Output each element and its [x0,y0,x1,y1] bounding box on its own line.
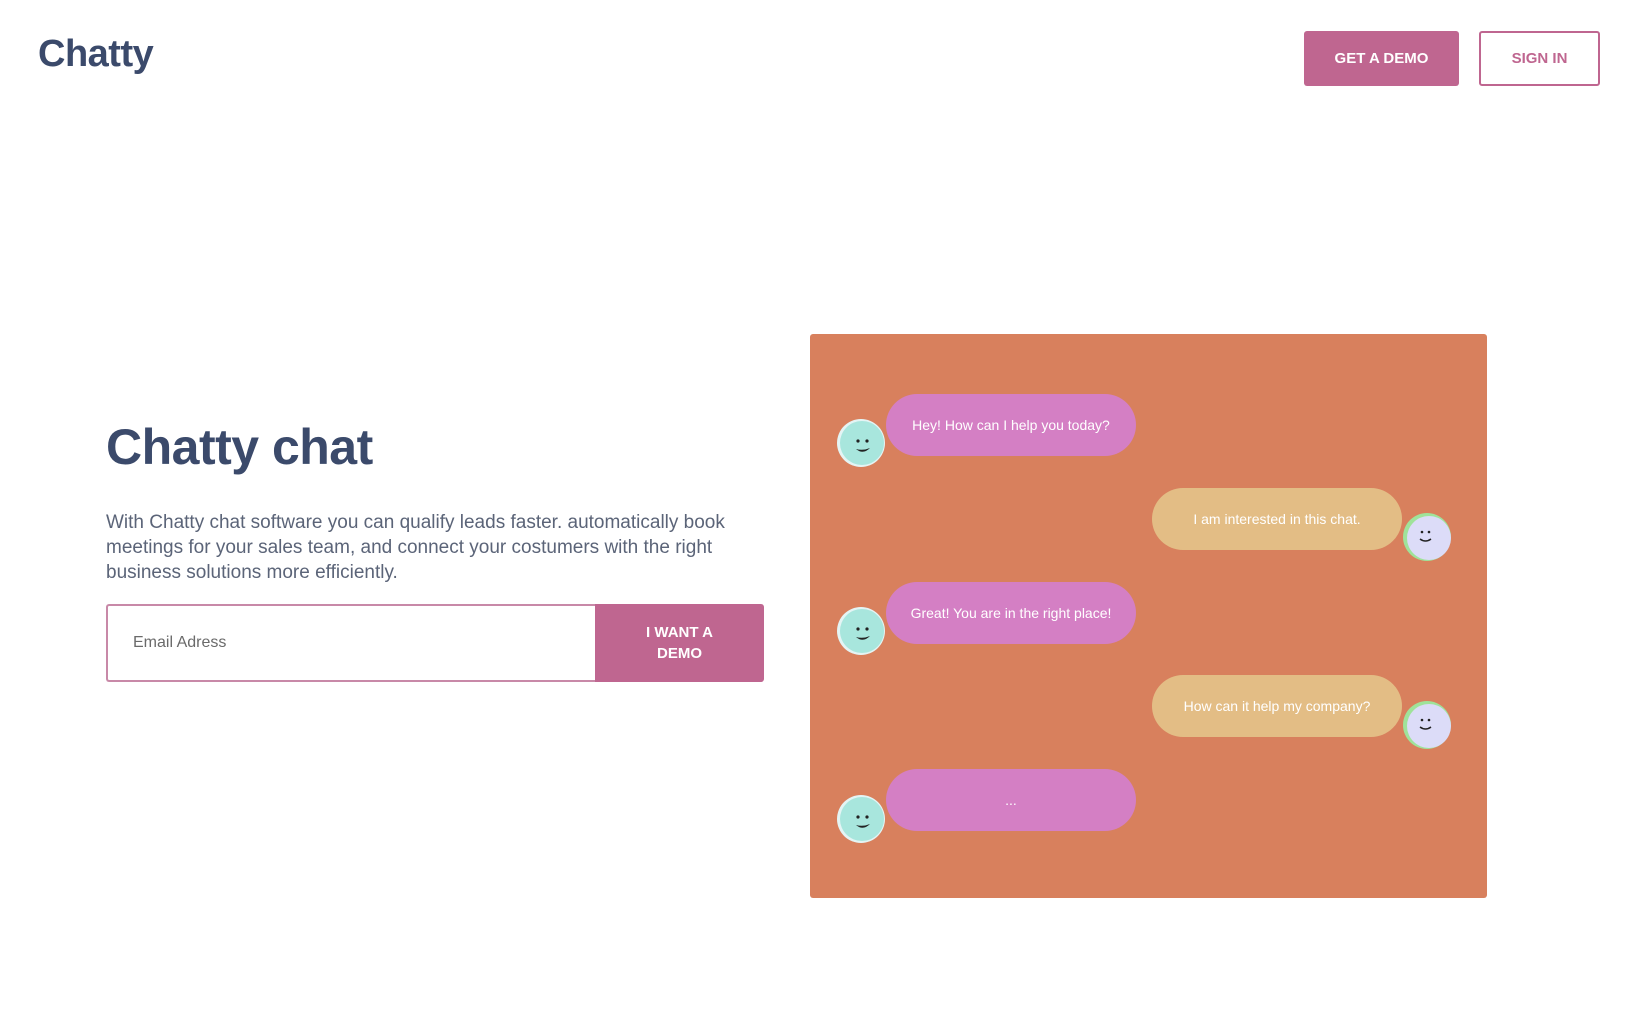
user-avatar-icon [1402,700,1452,750]
chat-bubble-user: How can it help my company? [1152,675,1402,737]
bot-avatar-icon [836,606,886,656]
bot-avatar-icon [836,418,886,468]
user-avatar-icon [1402,512,1452,562]
chat-bubble-bot: Great! You are in the right place! [886,582,1136,644]
email-form: I WANT A DEMO [106,604,764,682]
chat-bubble-user: I am interested in this chat. [1152,488,1402,550]
get-demo-button[interactable]: GET A DEMO [1304,31,1459,86]
chat-bubble-typing: ... [886,769,1136,831]
want-demo-button[interactable]: I WANT A DEMO [595,604,764,682]
bot-avatar-icon [836,794,886,844]
hero-title: Chatty chat [106,419,373,475]
sign-in-button[interactable]: SIGN IN [1479,31,1600,86]
chat-preview-panel: Hey! How can I help you today? I am inte… [810,334,1487,898]
logo[interactable]: Chatty [38,33,154,76]
chat-bubble-bot: Hey! How can I help you today? [886,394,1136,456]
email-input[interactable] [106,604,595,682]
hero-description: With Chatty chat software you can qualif… [106,512,725,583]
